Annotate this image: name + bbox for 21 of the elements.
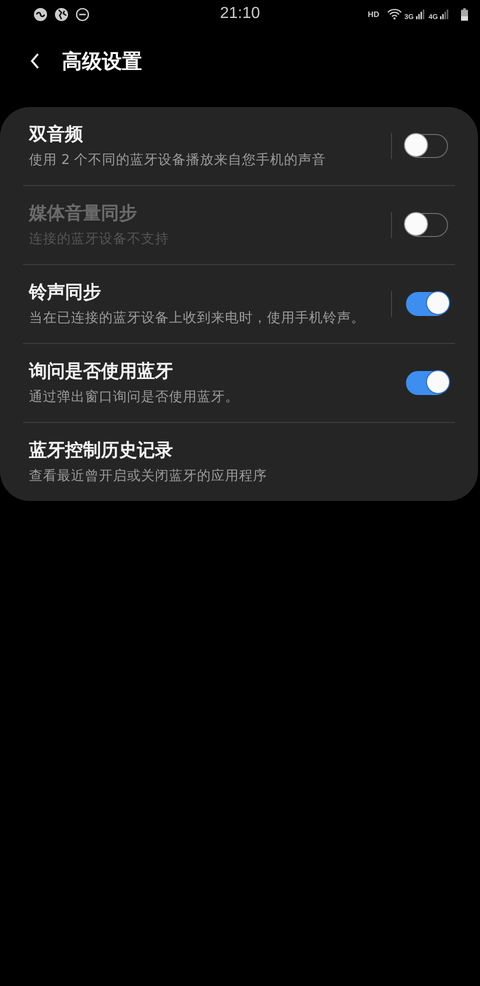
toggle-switch[interactable] — [406, 371, 448, 395]
setting-description: 当在已连接的蓝牙设备上收到来电时，使用手机铃声。 — [29, 308, 366, 328]
do-not-disturb-icon — [75, 6, 90, 22]
setting-description: 查看最近曾开启或关闭蓝牙的应用程序 — [29, 466, 268, 486]
network-label: HD — [368, 10, 380, 18]
signal-icon — [440, 8, 449, 20]
setting-title: 蓝牙控制历史记录 — [29, 438, 173, 462]
back-icon[interactable] — [30, 52, 40, 70]
setting-title: 询问是否使用蓝牙 — [29, 360, 173, 384]
toggle-switch[interactable] — [406, 292, 448, 316]
battery-icon — [461, 8, 468, 20]
setting-title: 铃声同步 — [29, 280, 101, 304]
setting-description: 通过弹出窗口询问是否使用蓝牙。 — [29, 388, 240, 406]
signal-icon — [416, 8, 425, 20]
setting-description: 使用 2 个不同的蓝牙设备播放来自您手机的声音 — [29, 150, 328, 170]
page-title: 高级设置 — [62, 48, 142, 74]
wifi-icon — [387, 8, 402, 20]
toggle-switch[interactable] — [406, 134, 448, 158]
setting-title: 媒体音量同步 — [29, 202, 137, 226]
setting-title: 双音频 — [29, 122, 83, 146]
status-time: 21:10 — [220, 5, 260, 23]
